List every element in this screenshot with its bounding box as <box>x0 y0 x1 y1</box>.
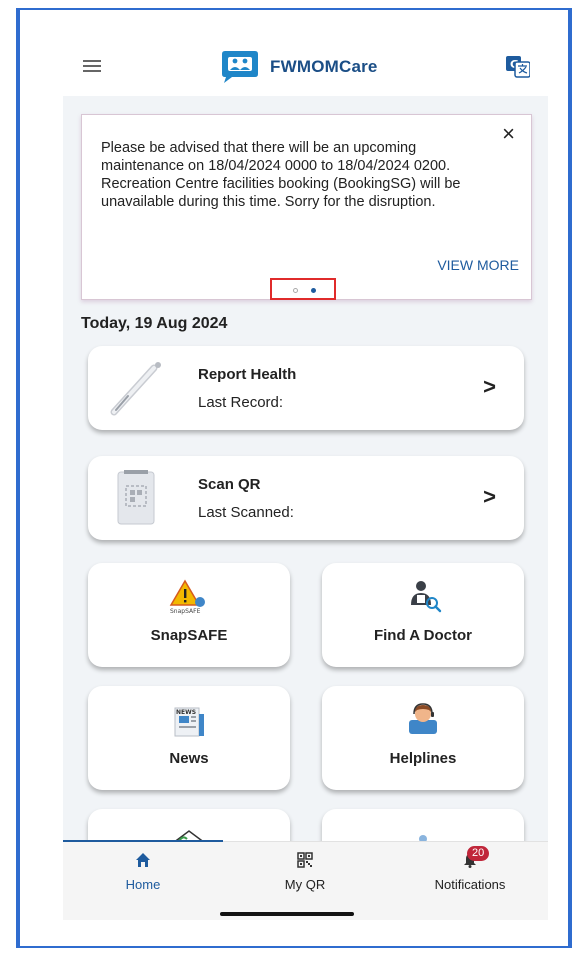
qr-code-icon <box>297 852 313 868</box>
news-icon-caption: NEWS <box>176 709 196 716</box>
scan-qr-card[interactable]: Scan QR Last Scanned: > <box>88 456 524 540</box>
helplines-label: Helplines <box>389 750 457 767</box>
carousel-dot-2[interactable] <box>311 288 316 293</box>
warning-icon: SnapSAFE <box>169 579 205 615</box>
home-tab-indicator <box>63 840 223 842</box>
report-health-card[interactable]: Report Health Last Record: > <box>88 346 524 430</box>
snapsafe-tile[interactable]: SnapSAFE SnapSAFE <box>88 563 290 667</box>
notification-badge: 20 <box>467 846 490 861</box>
nav-my-qr-label: My QR <box>284 877 326 892</box>
doctor-search-icon <box>411 581 442 613</box>
home-indicator-bar <box>220 912 354 916</box>
nav-notifications[interactable]: 20 Notifications <box>415 846 525 892</box>
close-icon[interactable]: × <box>502 121 515 147</box>
nav-my-qr[interactable]: My QR <box>275 852 335 892</box>
news-tile[interactable]: NEWS News <box>88 686 290 790</box>
view-more-link[interactable]: VIEW MORE <box>437 257 519 273</box>
nav-home-label: Home <box>125 877 161 892</box>
report-health-subtitle: Last Record: <box>198 394 284 411</box>
snapsafe-label: SnapSAFE <box>150 627 228 644</box>
snapsafe-icon-caption: SnapSAFE <box>170 608 201 615</box>
newspaper-icon: NEWS <box>174 707 204 737</box>
scan-qr-subtitle: Last Scanned: <box>198 504 294 521</box>
carousel-pagination <box>270 278 336 300</box>
app-bar: FWMOMCare G <box>63 38 548 96</box>
phone-screen: FWMOMCare G × Please be advised that the… <box>63 38 548 920</box>
logo-icon <box>222 51 258 83</box>
chevron-right-icon: > <box>483 374 496 399</box>
menu-icon[interactable] <box>83 60 101 72</box>
qr-scanner-icon <box>117 470 155 525</box>
find-a-doctor-label: Find A Doctor <box>373 627 473 644</box>
chevron-right-icon: > <box>483 484 496 509</box>
bottom-navigation: Home My QR 20 Notifications <box>63 840 548 920</box>
app-logo: FWMOMCare <box>220 50 378 84</box>
scan-qr-title: Scan QR <box>198 476 261 493</box>
nav-home[interactable]: Home <box>108 852 178 892</box>
helpline-agent-icon <box>409 703 437 734</box>
banner-message: Please be advised that there will be an … <box>101 140 461 210</box>
home-icon <box>136 853 150 867</box>
carousel-dot-1[interactable] <box>293 288 298 293</box>
helplines-tile[interactable]: Helplines <box>322 686 524 790</box>
find-a-doctor-tile[interactable]: Find A Doctor <box>322 563 524 667</box>
announcement-banner: × Please be advised that there will be a… <box>81 114 532 300</box>
thermometer-icon <box>110 362 161 416</box>
app-title: FWMOMCare <box>270 57 378 76</box>
news-label: News <box>169 750 209 767</box>
today-date: Today, 19 Aug 2024 <box>81 315 228 332</box>
nav-notifications-label: Notifications <box>434 877 506 892</box>
report-health-title: Report Health <box>198 366 297 383</box>
translate-icon[interactable]: G <box>506 56 530 78</box>
